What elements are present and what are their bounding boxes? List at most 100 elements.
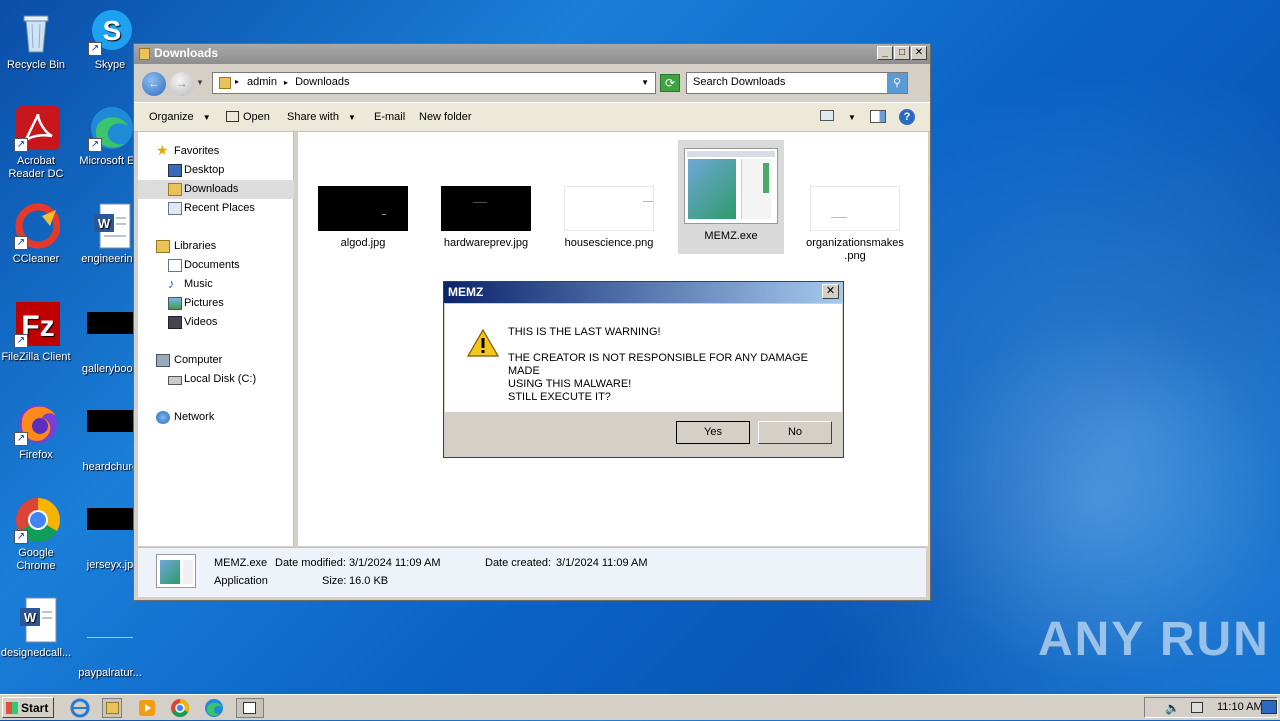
show-desktop-button[interactable] [1261, 700, 1277, 714]
desktop-icon-label: Google Chrome [16, 547, 56, 572]
breadcrumb-chevron-icon[interactable]: ▸ [284, 78, 288, 87]
close-button[interactable]: ✕ [911, 46, 927, 60]
address-dropdown-icon[interactable]: ▼ [641, 78, 649, 87]
file-item[interactable]: algod.jpg [311, 186, 415, 249]
shortcut-arrow-icon: ↗ [14, 138, 28, 152]
nav-downloads[interactable]: Downloads [138, 180, 294, 199]
folder-icon [139, 48, 150, 60]
view-options-chevron-icon[interactable]: ▼ [848, 113, 856, 122]
organize-button[interactable]: Organize ▼ [149, 111, 211, 123]
desktop-icon-filezilla[interactable]: Fz ↗ FileZilla Client [0, 300, 74, 364]
yes-button[interactable]: Yes [676, 421, 750, 444]
details-size-label: Size: [322, 575, 347, 587]
desktop-icon-firefox[interactable]: ↗ Firefox [0, 398, 74, 462]
recent-places-icon [168, 202, 182, 215]
black-image-thumbnail [86, 410, 134, 458]
taskbar: Start 🔈 11:10 AM [0, 694, 1280, 720]
application-thumbnail [156, 554, 196, 588]
dialog-line-2: THE CREATOR IS NOT RESPONSIBLE FOR ANY D… [508, 352, 808, 377]
nav-favorites[interactable]: ★ Favorites [138, 142, 294, 161]
nav-videos[interactable]: Videos [138, 313, 294, 332]
dialog-line-4: STILL EXECUTE IT? [508, 391, 611, 403]
explorer-titlebar[interactable]: Downloads _ □ ✕ [134, 44, 930, 64]
desktop-icon-chrome[interactable]: ↗ Google Chrome [0, 496, 74, 573]
maximize-button[interactable]: □ [894, 46, 910, 60]
shortcut-arrow-icon: ↗ [14, 334, 28, 348]
address-bar[interactable]: ▸ admin ▸ Downloads ▼ [212, 72, 656, 94]
nav-music[interactable]: ♪ Music [138, 275, 294, 294]
breadcrumb-item-downloads[interactable]: Downloads [295, 76, 349, 88]
nav-local-disk[interactable]: Local Disk (C:) [138, 370, 294, 389]
file-item[interactable]: hardwareprev.jpg [434, 186, 538, 249]
desktop-icon-label: gallerybook [81, 363, 139, 375]
nav-libraries[interactable]: Libraries [138, 237, 294, 256]
clock[interactable]: 11:10 AM [1217, 701, 1263, 713]
svg-text:W: W [98, 216, 111, 231]
search-input[interactable]: Search Downloads ⚲ [686, 72, 908, 94]
search-placeholder: Search Downloads [693, 76, 786, 88]
edge-icon: ↗ [86, 104, 134, 152]
media-player-icon[interactable] [137, 698, 157, 718]
nav-pictures[interactable]: Pictures [138, 294, 294, 313]
nav-network[interactable]: Network [138, 408, 294, 427]
desktop-icon-label: paypalratur... [78, 667, 142, 679]
preview-pane-icon[interactable] [870, 110, 886, 123]
desktop-icon-ccleaner[interactable]: ↗ CCleaner [0, 202, 74, 266]
firefox-icon: ↗ [12, 398, 60, 446]
system-tray: 🔈 11:10 AM [1144, 697, 1278, 718]
music-icon: ♪ [168, 276, 175, 291]
back-button[interactable]: ← [142, 72, 166, 96]
desktop-icon-label: CCleaner [12, 253, 60, 265]
command-bar: Organize ▼ Open Share with ▼ E-mail New … [134, 102, 930, 132]
nav-computer[interactable]: Computer [138, 351, 294, 370]
black-image-thumbnail [86, 508, 134, 556]
memz-taskbar-button[interactable] [236, 698, 264, 718]
nav-documents[interactable]: Documents [138, 256, 294, 275]
anyrun-watermark: ANY RUN [1038, 613, 1270, 666]
change-view-icon[interactable] [820, 110, 834, 121]
nav-recent-places[interactable]: Recent Places [138, 199, 294, 218]
help-icon[interactable]: ? [899, 109, 915, 125]
search-icon[interactable]: ⚲ [887, 73, 907, 93]
no-button[interactable]: No [758, 421, 832, 444]
desktop-icon-paypalratur[interactable]: paypalratur... [72, 596, 148, 680]
dialog-line-3: USING THIS MALWARE! [508, 378, 632, 390]
file-item[interactable]: organizationsmakes .png [803, 186, 907, 263]
explorer-taskbar-icon[interactable] [102, 698, 122, 718]
recent-pages-chevron-icon[interactable]: ▼ [196, 78, 204, 87]
dialog-line-1: THIS IS THE LAST WARNING! [508, 326, 661, 338]
chrome-icon[interactable] [170, 698, 190, 718]
file-item-selected[interactable]: MEMZ.exe [678, 140, 784, 254]
file-item[interactable]: housescience.png [557, 186, 661, 249]
navigation-pane: ★ Favorites Desktop Downloads Recent Plac… [138, 132, 294, 546]
new-folder-button[interactable]: New folder [419, 111, 472, 123]
downloads-folder-icon [168, 183, 182, 196]
desktop-icon-acrobat[interactable]: ↗ Acrobat Reader DC [0, 104, 74, 181]
volume-icon[interactable]: 🔈 [1165, 701, 1180, 715]
warning-icon [466, 328, 500, 361]
recycle-bin-icon [12, 8, 60, 56]
shortcut-arrow-icon: ↗ [14, 236, 28, 250]
computer-icon [156, 354, 170, 367]
internet-explorer-icon[interactable] [70, 698, 90, 718]
disk-icon [168, 376, 182, 385]
edge-icon[interactable] [204, 698, 224, 718]
minimize-button[interactable]: _ [877, 46, 893, 60]
dialog-titlebar[interactable]: MEMZ ✕ [444, 282, 843, 303]
network-icon [156, 411, 170, 424]
memz-warning-dialog[interactable]: MEMZ ✕ THIS IS THE LAST WARNING! THE CRE… [443, 281, 844, 458]
email-button[interactable]: E-mail [374, 111, 405, 123]
desktop-icon-designedcall[interactable]: W designedcall... [0, 596, 74, 660]
refresh-button[interactable]: ⟳ [660, 74, 680, 92]
open-button[interactable]: Open [226, 111, 270, 123]
folder-icon [219, 77, 231, 89]
network-status-icon[interactable] [1191, 702, 1203, 713]
dialog-close-button[interactable]: ✕ [822, 284, 839, 299]
desktop-icon-label: Recycle Bin [6, 59, 66, 71]
nav-desktop[interactable]: Desktop [138, 161, 294, 180]
desktop-icon-recycle-bin[interactable]: Recycle Bin [0, 8, 74, 72]
forward-button[interactable]: → [170, 72, 194, 96]
share-with-button[interactable]: Share with ▼ [287, 111, 356, 123]
breadcrumb-item-admin[interactable]: admin [247, 76, 277, 88]
start-button[interactable]: Start [2, 697, 54, 718]
